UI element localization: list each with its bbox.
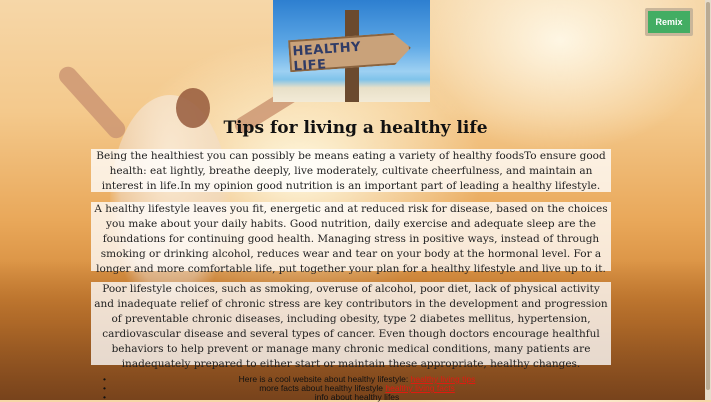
sign-text: HEALTHY LIFE — [292, 39, 362, 75]
scrollbar[interactable] — [705, 0, 711, 400]
bullet-icon: • — [103, 392, 106, 402]
list-item-text: info about healthy lifes — [314, 392, 400, 402]
scrollbar-thumb[interactable] — [706, 2, 710, 390]
page-title: Tips for living a healthy life — [223, 118, 488, 138]
link-list: • Here is a cool website about healthy l… — [97, 375, 617, 402]
remix-button[interactable]: Remix — [645, 8, 693, 36]
list-item: • info about healthy lifes — [97, 393, 617, 402]
paragraph-intro: Being the healthiest you can possibly be… — [91, 149, 611, 192]
healthy-life-image: HEALTHY LIFE — [273, 0, 430, 102]
paragraph-risks: Poor lifestyle choices, such as smoking,… — [91, 282, 611, 370]
paragraph-benefits: A healthy lifestyle leaves you fit, ener… — [91, 202, 611, 275]
